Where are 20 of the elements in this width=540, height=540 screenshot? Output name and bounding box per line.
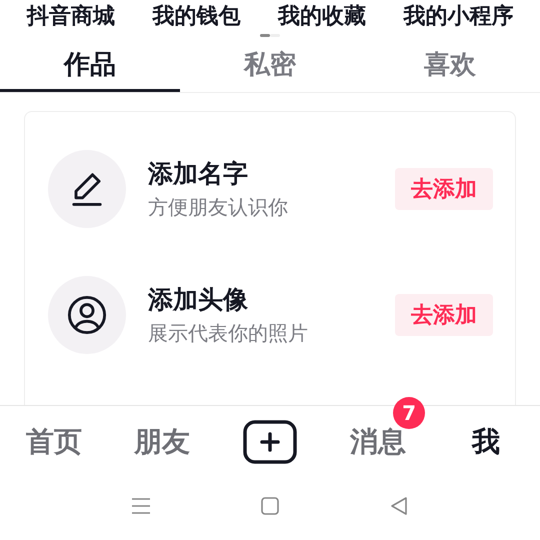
profile-tab[interactable]: 作品 bbox=[0, 40, 180, 92]
add-button[interactable]: 去添加 bbox=[395, 168, 493, 210]
task-subtitle: 方便朋友认识你 bbox=[148, 194, 289, 221]
task-subtitle: 展示代表你的照片 bbox=[148, 320, 309, 347]
nav-tab[interactable]: 我 bbox=[472, 423, 500, 461]
add-button[interactable]: 去添加 bbox=[395, 294, 493, 336]
shortcut-link[interactable]: 我的收藏 bbox=[278, 1, 366, 31]
profile-tab[interactable]: 私密 bbox=[180, 40, 360, 92]
user-icon bbox=[65, 293, 109, 337]
create-button[interactable] bbox=[243, 420, 297, 464]
nav-tab[interactable]: 首页 bbox=[26, 423, 82, 461]
home-icon[interactable] bbox=[258, 494, 282, 518]
task-title: 添加头像 bbox=[148, 284, 249, 316]
shortcut-link[interactable]: 我的小程序 bbox=[403, 1, 514, 31]
notification-badge: 7 bbox=[393, 397, 426, 429]
task-title: 添加名字 bbox=[148, 158, 249, 190]
profile-tab[interactable]: 喜欢 bbox=[360, 40, 540, 92]
shortcut-link[interactable]: 抖音商城 bbox=[26, 1, 115, 31]
shortcut-link[interactable]: 我的钱包 bbox=[152, 1, 240, 31]
nav-tab[interactable]: 朋友 bbox=[134, 423, 190, 461]
